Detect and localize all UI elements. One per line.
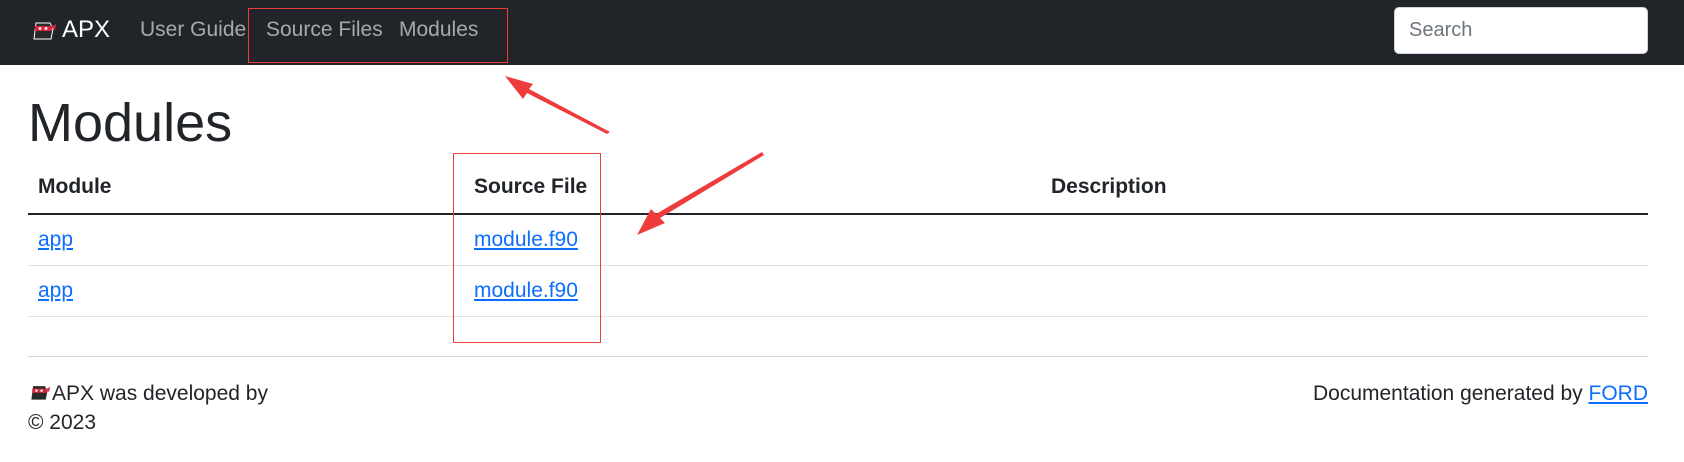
footer-copyright: © 2023	[28, 411, 97, 434]
ninja-mask-logo-icon	[31, 386, 50, 400]
footer-divider	[28, 356, 1648, 357]
table-row: app module.f90	[28, 215, 1648, 266]
module-link[interactable]: app	[38, 278, 73, 304]
brand-name: APX	[62, 16, 111, 43]
nav-user-guide[interactable]: User Guide	[140, 17, 246, 43]
annotation-box-source-column	[453, 153, 601, 343]
table-row: app module.f90	[28, 266, 1648, 317]
annotation-arrow-up	[505, 76, 610, 134]
search-input[interactable]	[1394, 7, 1648, 54]
column-header-module: Module	[38, 175, 112, 198]
footer-developed-text: APX was developed by	[52, 382, 268, 405]
page-title: Modules	[28, 93, 233, 153]
footer-generated: Documentation generated by FORD	[1313, 380, 1648, 408]
module-link[interactable]: app	[38, 227, 73, 253]
annotation-box-nav	[248, 8, 508, 63]
ninja-mask-logo-icon	[33, 22, 56, 40]
footer-generated-text: Documentation generated by	[1312, 382, 1589, 405]
column-header-description: Description	[1051, 175, 1167, 198]
ford-link[interactable]: FORD	[1589, 382, 1649, 405]
brand-link[interactable]: APX	[30, 14, 110, 46]
footer-developer: APX was developed by	[28, 380, 268, 408]
